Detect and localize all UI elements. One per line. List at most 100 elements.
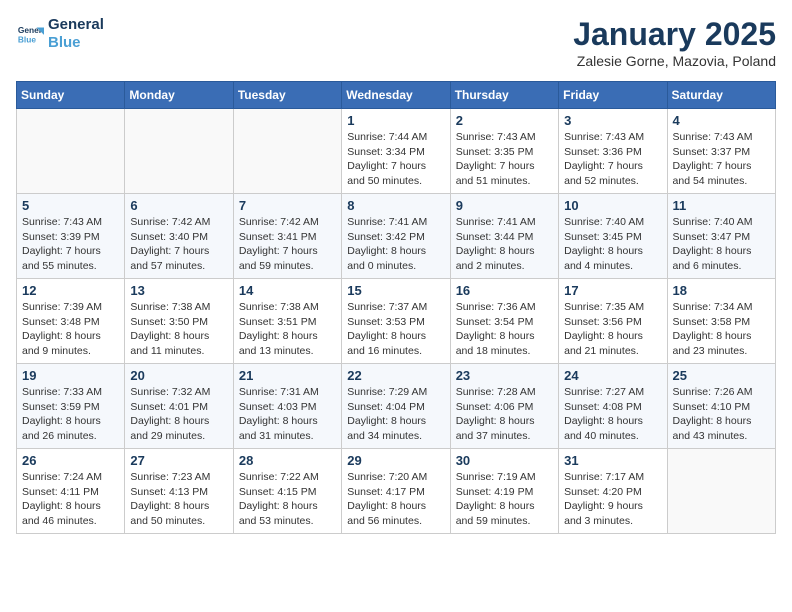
week-row: 19Sunrise: 7:33 AM Sunset: 3:59 PM Dayli… <box>17 364 776 449</box>
day-number: 14 <box>239 283 336 298</box>
day-info: Sunrise: 7:37 AM Sunset: 3:53 PM Dayligh… <box>347 300 444 359</box>
day-number: 17 <box>564 283 661 298</box>
day-info: Sunrise: 7:17 AM Sunset: 4:20 PM Dayligh… <box>564 470 661 529</box>
day-info: Sunrise: 7:35 AM Sunset: 3:56 PM Dayligh… <box>564 300 661 359</box>
day-info: Sunrise: 7:42 AM Sunset: 3:40 PM Dayligh… <box>130 215 227 274</box>
day-number: 22 <box>347 368 444 383</box>
calendar-cell: 17 Sunrise: 7:35 AM Sunset: 3:56 PM Dayli… <box>559 279 667 364</box>
calendar-cell: 18Sunrise: 7:34 AM Sunset: 3:58 PM Dayli… <box>667 279 775 364</box>
day-number: 31 <box>564 453 661 468</box>
day-number: 29 <box>347 453 444 468</box>
day-number: 2 <box>456 113 553 128</box>
calendar-cell: 31 Sunrise: 7:17 AM Sunset: 4:20 PM Dayli… <box>559 449 667 534</box>
week-row: 12Sunrise: 7:39 AM Sunset: 3:48 PM Dayli… <box>17 279 776 364</box>
day-number: 18 <box>673 283 770 298</box>
day-number: 9 <box>456 198 553 213</box>
calendar-cell: 25 Sunrise: 7:26 AM Sunset: 4:10 PM Dayli… <box>667 364 775 449</box>
day-number: 3 <box>564 113 661 128</box>
day-info: Sunrise: 7:31 AM Sunset: 4:03 PM Dayligh… <box>239 385 336 444</box>
weekday-header: Sunday <box>17 82 125 109</box>
day-number: 26 <box>22 453 119 468</box>
day-info: Sunrise: 7:38 AM Sunset: 3:50 PM Dayligh… <box>130 300 227 359</box>
day-info: Sunrise: 7:26 AM Sunset: 4:10 PM Dayligh… <box>673 385 770 444</box>
day-number: 11 <box>673 198 770 213</box>
calendar-cell: 20 Sunrise: 7:32 AM Sunset: 4:01 PM Dayli… <box>125 364 233 449</box>
day-number: 6 <box>130 198 227 213</box>
logo-icon: General Blue <box>16 20 44 48</box>
calendar-cell: 22 Sunrise: 7:29 AM Sunset: 4:04 PM Dayli… <box>342 364 450 449</box>
calendar-cell: 29 Sunrise: 7:20 AM Sunset: 4:17 PM Dayli… <box>342 449 450 534</box>
day-info: Sunrise: 7:28 AM Sunset: 4:06 PM Dayligh… <box>456 385 553 444</box>
calendar-cell: 10Sunrise: 7:40 AM Sunset: 3:45 PM Dayli… <box>559 194 667 279</box>
title-block: January 2025 Zalesie Gorne, Mazovia, Pol… <box>573 16 776 69</box>
day-info: Sunrise: 7:42 AM Sunset: 3:41 PM Dayligh… <box>239 215 336 274</box>
location-subtitle: Zalesie Gorne, Mazovia, Poland <box>573 53 776 69</box>
day-number: 16 <box>456 283 553 298</box>
calendar-cell: 4 Sunrise: 7:43 AM Sunset: 3:37 PM Daylig… <box>667 109 775 194</box>
calendar-cell: 12Sunrise: 7:39 AM Sunset: 3:48 PM Dayli… <box>17 279 125 364</box>
calendar-cell: 8 Sunrise: 7:41 AM Sunset: 3:42 PM Daylig… <box>342 194 450 279</box>
day-info: Sunrise: 7:27 AM Sunset: 4:08 PM Dayligh… <box>564 385 661 444</box>
calendar-table: SundayMondayTuesdayWednesdayThursdayFrid… <box>16 81 776 534</box>
day-number: 30 <box>456 453 553 468</box>
day-info: Sunrise: 7:22 AM Sunset: 4:15 PM Dayligh… <box>239 470 336 529</box>
week-row: 5 Sunrise: 7:43 AM Sunset: 3:39 PM Daylig… <box>17 194 776 279</box>
page-header: General Blue General Blue January 2025 Z… <box>16 16 776 69</box>
day-info: Sunrise: 7:43 AM Sunset: 3:39 PM Dayligh… <box>22 215 119 274</box>
day-number: 25 <box>673 368 770 383</box>
calendar-cell: 14 Sunrise: 7:38 AM Sunset: 3:51 PM Dayli… <box>233 279 341 364</box>
calendar-cell: 6 Sunrise: 7:42 AM Sunset: 3:40 PM Daylig… <box>125 194 233 279</box>
calendar-cell: 23 Sunrise: 7:28 AM Sunset: 4:06 PM Dayli… <box>450 364 558 449</box>
day-info: Sunrise: 7:41 AM Sunset: 3:42 PM Dayligh… <box>347 215 444 274</box>
calendar-cell: 2 Sunrise: 7:43 AM Sunset: 3:35 PM Daylig… <box>450 109 558 194</box>
calendar-cell: 3 Sunrise: 7:43 AM Sunset: 3:36 PM Daylig… <box>559 109 667 194</box>
weekday-header: Thursday <box>450 82 558 109</box>
week-row: 1 Sunrise: 7:44 AM Sunset: 3:34 PM Daylig… <box>17 109 776 194</box>
day-number: 15 <box>347 283 444 298</box>
day-info: Sunrise: 7:36 AM Sunset: 3:54 PM Dayligh… <box>456 300 553 359</box>
logo: General Blue General Blue <box>16 16 104 52</box>
weekday-header: Wednesday <box>342 82 450 109</box>
calendar-cell: 21 Sunrise: 7:31 AM Sunset: 4:03 PM Dayli… <box>233 364 341 449</box>
day-number: 8 <box>347 198 444 213</box>
day-info: Sunrise: 7:40 AM Sunset: 3:47 PM Dayligh… <box>673 215 770 274</box>
day-number: 1 <box>347 113 444 128</box>
day-info: Sunrise: 7:32 AM Sunset: 4:01 PM Dayligh… <box>130 385 227 444</box>
day-info: Sunrise: 7:23 AM Sunset: 4:13 PM Dayligh… <box>130 470 227 529</box>
weekday-header: Saturday <box>667 82 775 109</box>
day-info: Sunrise: 7:38 AM Sunset: 3:51 PM Dayligh… <box>239 300 336 359</box>
day-info: Sunrise: 7:43 AM Sunset: 3:35 PM Dayligh… <box>456 130 553 189</box>
day-info: Sunrise: 7:43 AM Sunset: 3:37 PM Dayligh… <box>673 130 770 189</box>
weekday-header: Tuesday <box>233 82 341 109</box>
calendar-cell: 13 Sunrise: 7:38 AM Sunset: 3:50 PM Dayli… <box>125 279 233 364</box>
day-number: 5 <box>22 198 119 213</box>
day-number: 20 <box>130 368 227 383</box>
logo-text-blue: Blue <box>48 34 104 52</box>
calendar-cell: 26 Sunrise: 7:24 AM Sunset: 4:11 PM Dayli… <box>17 449 125 534</box>
calendar-cell: 24Sunrise: 7:27 AM Sunset: 4:08 PM Dayli… <box>559 364 667 449</box>
svg-text:Blue: Blue <box>18 34 36 44</box>
calendar-cell: 30 Sunrise: 7:19 AM Sunset: 4:19 PM Dayli… <box>450 449 558 534</box>
calendar-cell: 15 Sunrise: 7:37 AM Sunset: 3:53 PM Dayli… <box>342 279 450 364</box>
calendar-cell <box>667 449 775 534</box>
day-number: 12 <box>22 283 119 298</box>
day-info: Sunrise: 7:40 AM Sunset: 3:45 PM Dayligh… <box>564 215 661 274</box>
day-info: Sunrise: 7:33 AM Sunset: 3:59 PM Dayligh… <box>22 385 119 444</box>
month-title: January 2025 <box>573 16 776 53</box>
weekday-header: Friday <box>559 82 667 109</box>
day-info: Sunrise: 7:20 AM Sunset: 4:17 PM Dayligh… <box>347 470 444 529</box>
calendar-cell: 16 Sunrise: 7:36 AM Sunset: 3:54 PM Dayli… <box>450 279 558 364</box>
calendar-cell: 11 Sunrise: 7:40 AM Sunset: 3:47 PM Dayli… <box>667 194 775 279</box>
day-number: 23 <box>456 368 553 383</box>
day-info: Sunrise: 7:19 AM Sunset: 4:19 PM Dayligh… <box>456 470 553 529</box>
day-number: 21 <box>239 368 336 383</box>
day-number: 13 <box>130 283 227 298</box>
day-info: Sunrise: 7:43 AM Sunset: 3:36 PM Dayligh… <box>564 130 661 189</box>
day-number: 7 <box>239 198 336 213</box>
day-number: 4 <box>673 113 770 128</box>
week-row: 26 Sunrise: 7:24 AM Sunset: 4:11 PM Dayli… <box>17 449 776 534</box>
day-info: Sunrise: 7:24 AM Sunset: 4:11 PM Dayligh… <box>22 470 119 529</box>
calendar-cell: 1 Sunrise: 7:44 AM Sunset: 3:34 PM Daylig… <box>342 109 450 194</box>
day-info: Sunrise: 7:44 AM Sunset: 3:34 PM Dayligh… <box>347 130 444 189</box>
day-info: Sunrise: 7:29 AM Sunset: 4:04 PM Dayligh… <box>347 385 444 444</box>
